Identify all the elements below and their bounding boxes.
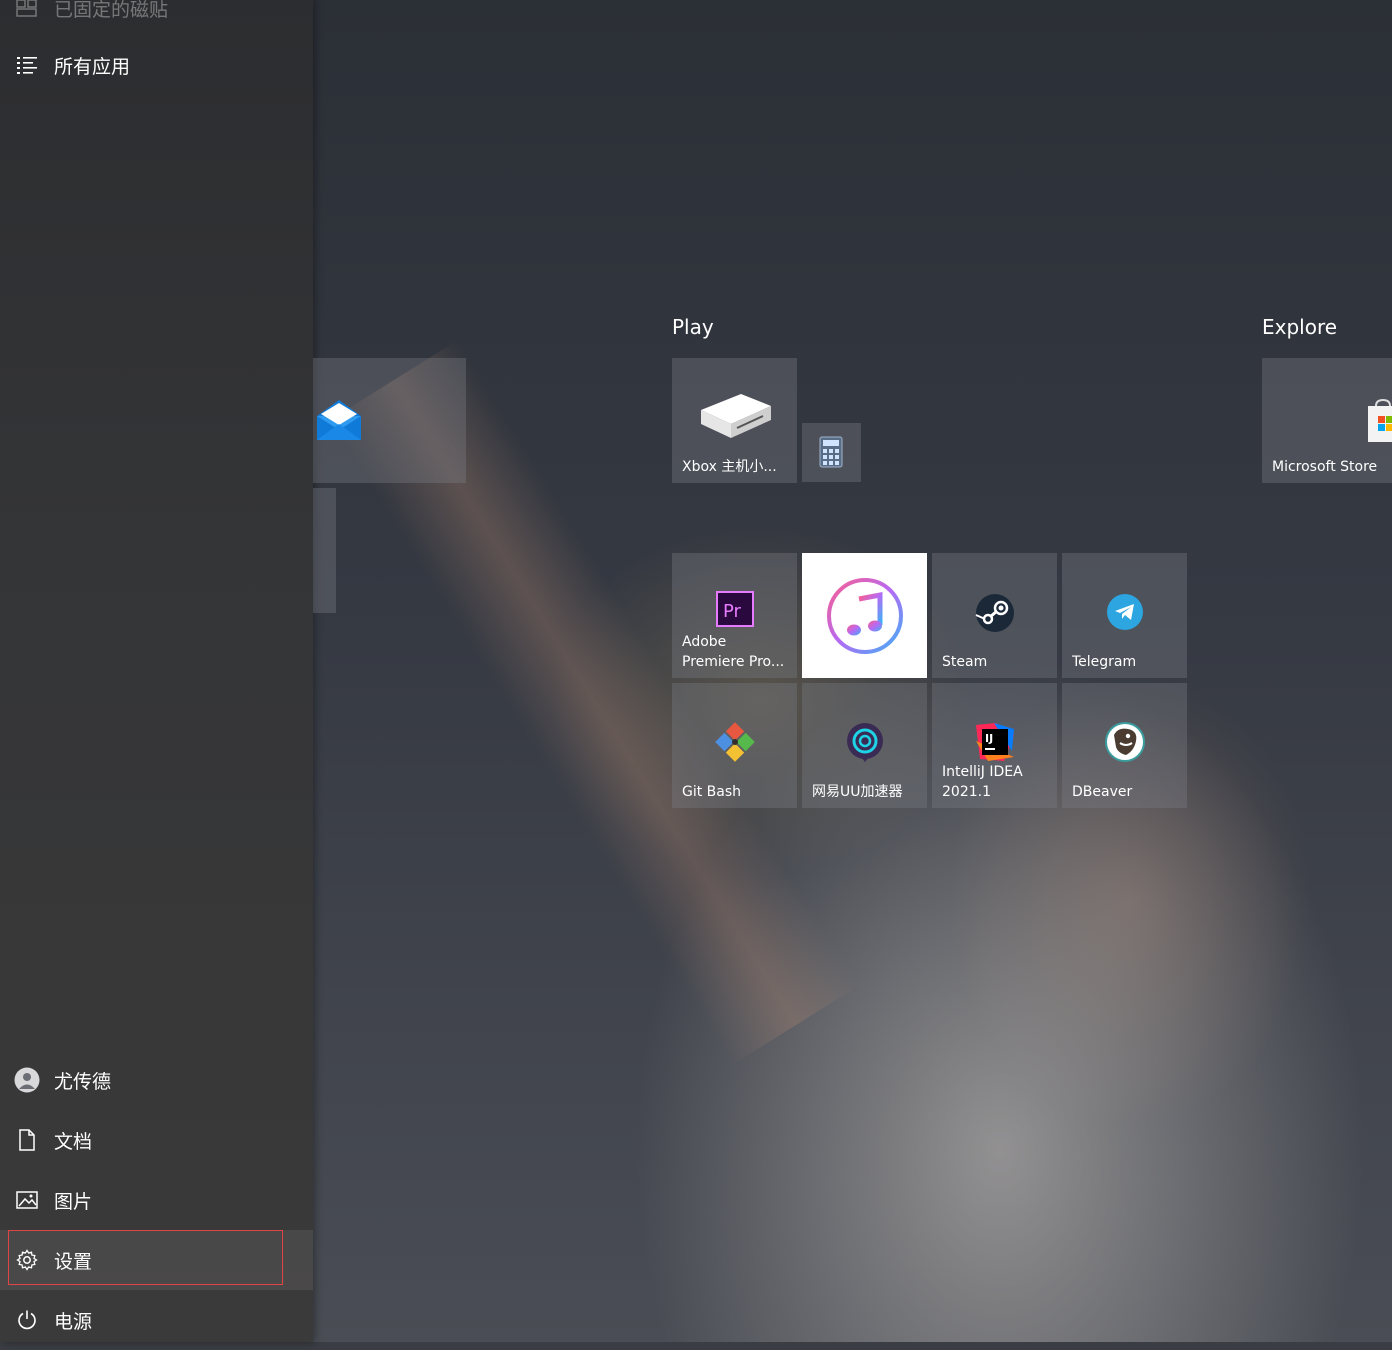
tile-dbeaver[interactable]: DBeaver [1062,683,1187,808]
tile-mail[interactable] [313,358,466,483]
xbox-console-icon [695,388,775,444]
tile-calculator[interactable] [802,423,861,482]
group-title-explore: Explore [1262,315,1338,339]
tile-intellij[interactable]: IJ IntelliJ IDEA 2021.1 [932,683,1057,808]
tile-uu-label: 网易UU加速器 [812,784,903,800]
power-label: 电源 [54,1310,93,1333]
tile-microsoft-store[interactable]: Microsoft Store [1262,358,1392,483]
telegram-icon [1106,593,1144,631]
tile-xbox[interactable]: Xbox 主机小... [672,358,797,483]
tile-dbeaver-label: DBeaver [1072,784,1133,800]
pictures-label: 图片 [54,1190,93,1213]
group-title-play: Play [672,315,714,339]
pinned-tiles-label: 已固定的磁贴 [54,0,169,21]
premiere-icon: Pr [715,591,754,627]
picture-icon [0,1191,54,1209]
steam-icon [975,593,1015,633]
avatar [0,1067,54,1093]
tile-telegram-label: Telegram [1072,654,1137,670]
user-account-item[interactable]: 尤传德 [0,1050,313,1110]
calculator-icon [819,436,843,472]
tile-premiere-label: Adobe Premiere Pro... [682,634,785,670]
documents-label: 文档 [54,1130,93,1153]
power-item[interactable]: 电源 [0,1290,313,1350]
gear-icon [0,1249,54,1271]
tile-intellij-label: IntelliJ IDEA 2021.1 [942,764,1023,800]
tile-steam-label: Steam [942,654,988,670]
user-name: 尤传德 [54,1070,112,1093]
pinned-tiles-icon [0,0,54,17]
settings-item[interactable]: 设置 [0,1230,313,1290]
power-icon [0,1309,54,1331]
itunes-icon [826,577,904,655]
tile-partial[interactable] [313,488,336,613]
pictures-item[interactable]: 图片 [0,1170,313,1230]
uu-accelerator-icon [845,721,885,763]
intellij-icon: IJ [974,721,1016,763]
pinned-tiles-item[interactable]: 已固定的磁贴 [0,0,313,38]
tile-itunes[interactable] [802,553,927,678]
tile-git-bash[interactable]: Git Bash [672,683,797,808]
tile-xbox-label: Xbox 主机小... [682,459,777,475]
settings-label: 设置 [54,1250,93,1273]
store-bag-icon [1366,398,1392,448]
documents-item[interactable]: 文档 [0,1110,313,1170]
git-icon [714,721,756,763]
svg-text:Pr: Pr [723,601,742,622]
document-icon [0,1129,54,1151]
tile-telegram[interactable]: Telegram [1062,553,1187,678]
tile-store-label: Microsoft Store [1272,459,1378,475]
tile-premiere[interactable]: Pr Adobe Premiere Pro... [672,553,797,678]
tile-steam[interactable]: Steam [932,553,1057,678]
mail-icon [317,400,361,444]
all-apps-item[interactable]: 所有应用 [0,35,313,95]
dbeaver-icon [1104,721,1146,763]
all-apps-label: 所有应用 [54,55,131,78]
svg-text:IJ: IJ [985,732,993,745]
list-icon [0,55,54,75]
tile-uu-accelerator[interactable]: 网易UU加速器 [802,683,927,808]
start-sidebar: 已固定的磁贴 所有应用 尤传德 文档 图片 设置 电源 [0,0,313,1342]
tile-gitbash-label: Git Bash [682,784,742,800]
